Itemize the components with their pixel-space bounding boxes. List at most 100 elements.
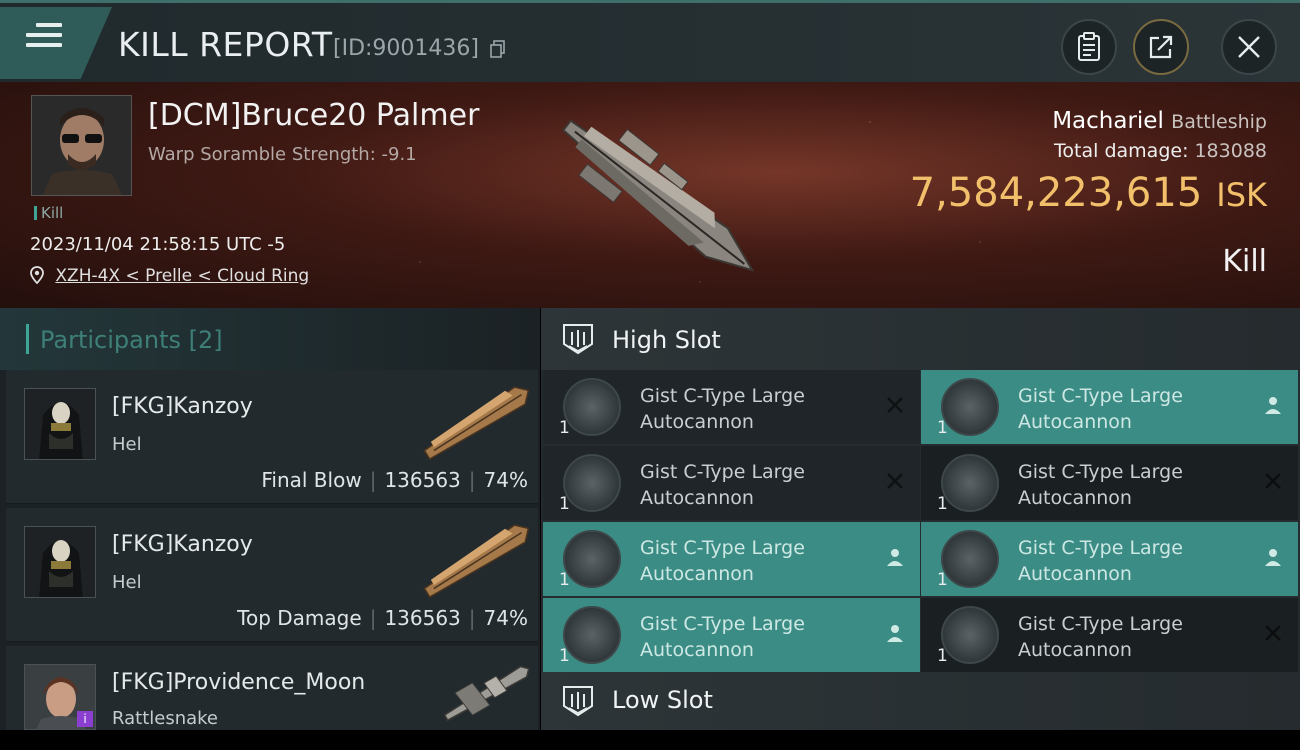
- module-item[interactable]: 1 Gist C-Type Large Autocannon: [921, 598, 1298, 672]
- module-name: Gist C-Type Large Autocannon: [1018, 537, 1183, 585]
- victim-avatar[interactable]: [31, 95, 132, 196]
- close-button[interactable]: [1221, 19, 1277, 75]
- participant-role: Final Blow: [261, 468, 362, 492]
- title-bar: KILL REPORT [ID:9001436]: [0, 0, 1300, 82]
- close-icon: [1238, 36, 1260, 58]
- module-quantity: 1: [937, 646, 948, 666]
- participant-percent: 74%: [483, 468, 528, 492]
- module-quantity: 1: [559, 646, 570, 666]
- module-item[interactable]: 1 Gist C-Type Large Autocannon: [543, 598, 920, 672]
- participant-damage: 136563: [384, 606, 461, 630]
- high-slot-title: High Slot: [612, 326, 721, 354]
- participant-name[interactable]: [FKG]Kanzoy: [112, 532, 253, 557]
- module-item[interactable]: 1 Gist C-Type Large Autocannon: [543, 522, 920, 596]
- low-slot-title: Low Slot: [612, 686, 713, 714]
- dropped-person-icon: [1265, 549, 1281, 566]
- module-quantity: 1: [937, 418, 948, 438]
- destroyed-icon: [1265, 473, 1281, 489]
- total-damage-label: Total damage:: [1054, 140, 1189, 162]
- clipboard-button[interactable]: [1061, 19, 1117, 75]
- participant-ship-image: [423, 524, 530, 599]
- total-damage-value: 183088: [1194, 140, 1267, 162]
- kill-location[interactable]: XZH-4X < Prelle < Cloud Ring: [30, 266, 309, 286]
- high-slot-icon: [563, 324, 593, 355]
- total-damage: Total damage: 183088: [1054, 140, 1267, 162]
- module-item[interactable]: 1 Gist C-Type Large Autocannon: [921, 446, 1298, 520]
- isk-unit: ISK: [1216, 176, 1267, 214]
- participant-ship: Rattlesnake: [112, 708, 219, 729]
- module-item[interactable]: 1 Gist C-Type Large Autocannon: [921, 370, 1298, 444]
- module-name: Gist C-Type Large Autocannon: [640, 613, 805, 661]
- fitting-panel: High Slot 1 Gist C-Type Large Autocannon …: [541, 308, 1300, 730]
- victim-summary: [DCM]Bruce20 Palmer Warp Soramble Streng…: [0, 82, 1300, 308]
- module-quantity: 1: [559, 494, 570, 514]
- clipboard-icon: [1078, 32, 1100, 61]
- share-button[interactable]: [1133, 19, 1189, 75]
- isk-value: 7,584,223,615 ISK: [910, 170, 1267, 216]
- victim-ship-name[interactable]: Machariel: [1052, 108, 1164, 134]
- participant-role: Top Damage: [237, 606, 362, 630]
- autocannon-icon: [941, 530, 999, 588]
- module-name: Gist C-Type Large Autocannon: [640, 385, 805, 433]
- low-slot-header: Low Slot: [541, 672, 1300, 730]
- high-slot-header: High Slot: [541, 308, 1300, 370]
- victim-ship-image: [561, 119, 755, 272]
- participant-name[interactable]: [FKG]Providence_Moon: [112, 670, 365, 695]
- module-quantity: 1: [937, 494, 948, 514]
- location-pin-icon: [30, 266, 44, 285]
- participant-row[interactable]: [FKG]Kanzoy Hel Top Damage | 136563 | 74%: [6, 508, 538, 642]
- participant-name[interactable]: [FKG]Kanzoy: [112, 394, 253, 419]
- participant-stats: Final Blow | 136563 | 74%: [261, 468, 528, 492]
- kill-tag: Kill: [34, 204, 63, 222]
- participants-title: Participants [2]: [40, 326, 223, 354]
- participant-percent: 74%: [483, 606, 528, 630]
- participant-row[interactable]: i [FKG]Providence_Moon Rattlesnake: [6, 646, 538, 730]
- destroyed-icon: [887, 473, 903, 489]
- result-label: Kill: [1222, 244, 1267, 279]
- victim-ship-class: Battleship: [1171, 111, 1267, 133]
- warp-scramble-strength: Warp Soramble Strength: -9.1: [148, 144, 417, 165]
- participant-avatar[interactable]: [24, 526, 96, 598]
- copy-icon[interactable]: [490, 40, 506, 58]
- module-quantity: 1: [559, 418, 570, 438]
- participant-ship: Hel: [112, 434, 142, 455]
- report-id: [ID:9001436]: [333, 36, 479, 61]
- participant-ship: Hel: [112, 572, 142, 593]
- participants-panel: Participants [2] [FKG]Kanzoy Hel Final B…: [0, 308, 540, 730]
- autocannon-icon: [563, 454, 621, 512]
- isk-amount: 7,584,223,615: [909, 170, 1203, 216]
- dropped-person-icon: [887, 549, 903, 566]
- module-quantity: 1: [937, 570, 948, 590]
- module-name: Gist C-Type Large Autocannon: [1018, 461, 1183, 509]
- autocannon-icon: [941, 454, 999, 512]
- destroyed-icon: [887, 397, 903, 413]
- module-quantity: 1: [559, 570, 570, 590]
- dropped-person-icon: [1265, 397, 1281, 414]
- autocannon-icon: [563, 378, 621, 436]
- participant-stats: Top Damage | 136563 | 74%: [237, 606, 528, 630]
- module-item[interactable]: 1 Gist C-Type Large Autocannon: [543, 370, 920, 444]
- location-link[interactable]: XZH-4X < Prelle < Cloud Ring: [55, 266, 309, 286]
- module-item[interactable]: 1 Gist C-Type Large Autocannon: [543, 446, 920, 520]
- participants-header: Participants [2]: [0, 308, 540, 370]
- page-title: KILL REPORT: [118, 25, 333, 64]
- autocannon-icon: [941, 378, 999, 436]
- menu-icon[interactable]: [26, 23, 62, 55]
- participant-row[interactable]: [FKG]Kanzoy Hel Final Blow | 136563 | 74%: [6, 370, 538, 504]
- participant-ship-image: [423, 386, 530, 461]
- bottom-bar: [0, 730, 1300, 750]
- kill-timestamp: 2023/11/04 21:58:15 UTC -5: [30, 234, 286, 255]
- destroyed-icon: [1265, 625, 1281, 641]
- victim-name[interactable]: [DCM]Bruce20 Palmer: [148, 98, 479, 133]
- module-name: Gist C-Type Large Autocannon: [640, 537, 805, 585]
- share-icon: [1149, 35, 1173, 59]
- autocannon-icon: [941, 606, 999, 664]
- dropped-person-icon: [887, 625, 903, 642]
- participant-ship-image: [443, 665, 530, 722]
- autocannon-icon: [563, 606, 621, 664]
- info-badge-icon: i: [77, 711, 93, 727]
- module-item[interactable]: 1 Gist C-Type Large Autocannon: [921, 522, 1298, 596]
- participant-avatar[interactable]: i: [24, 664, 96, 730]
- participant-avatar[interactable]: [24, 388, 96, 460]
- victim-ship: Machariel Battleship: [1052, 108, 1267, 134]
